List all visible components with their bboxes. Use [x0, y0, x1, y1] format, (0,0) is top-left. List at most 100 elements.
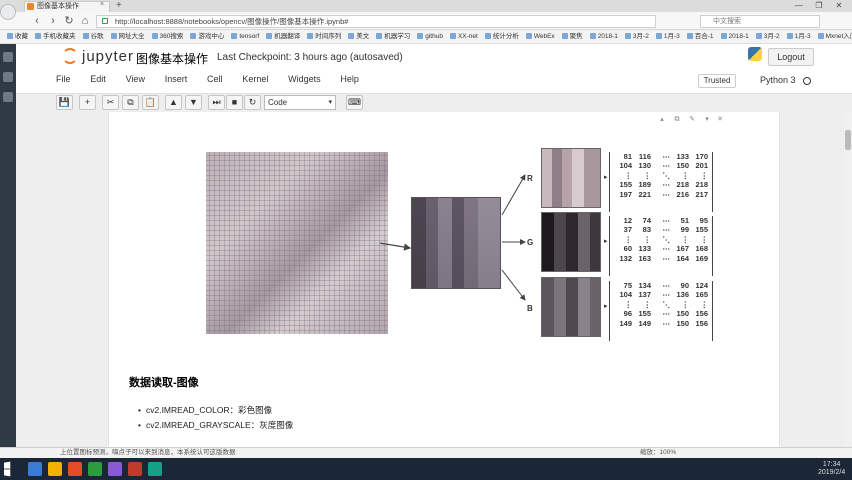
- back-icon[interactable]: ‹: [30, 14, 44, 28]
- bookmark-item[interactable]: 谷歌: [82, 30, 104, 43]
- logout-button[interactable]: Logout: [768, 48, 814, 66]
- home-icon[interactable]: ⌂: [78, 14, 92, 28]
- matrix-cell: 83: [642, 225, 651, 235]
- browser-logo-icon[interactable]: [0, 4, 16, 20]
- bookmark-item[interactable]: 美文: [348, 30, 369, 43]
- patch-arrow: [380, 242, 412, 251]
- sidebar-icon-3[interactable]: [3, 92, 13, 102]
- sidebar-icon-2[interactable]: [3, 72, 13, 82]
- browser-tab[interactable]: 图像基本操作: [24, 1, 110, 12]
- bookmark-item[interactable]: 网址大全: [110, 30, 145, 43]
- forward-icon[interactable]: ›: [46, 14, 60, 28]
- taskbar-app-icon[interactable]: [128, 462, 142, 476]
- clock-time: 17:34: [822, 461, 841, 468]
- matrix-cell: ⋮: [643, 234, 652, 244]
- insert-cell-icon[interactable]: +: [79, 95, 96, 110]
- bookmark-item[interactable]: 3月-2: [624, 30, 649, 43]
- bookmark-item[interactable]: 百合-1: [686, 30, 714, 43]
- bookmark-item[interactable]: 机器翻译: [266, 30, 300, 43]
- stop-icon[interactable]: ■: [226, 95, 243, 110]
- cell-type-select[interactable]: Code ▾: [264, 95, 336, 110]
- channel-label-b: B: [527, 304, 533, 313]
- bookmark-item[interactable]: XX-net: [449, 30, 478, 43]
- matrix-cell: 116: [638, 152, 651, 161]
- paste-icon[interactable]: 📋: [142, 95, 159, 110]
- close-window-icon[interactable]: ✕: [830, 0, 848, 12]
- save-icon[interactable]: 💾: [56, 95, 73, 110]
- bookmark-item[interactable]: 游戏中心: [190, 30, 224, 43]
- restart-icon[interactable]: ↻: [244, 95, 261, 110]
- matrix-cell: 74: [642, 216, 651, 225]
- matrix-arrow-icon: ▸: [604, 303, 608, 310]
- menu-insert[interactable]: Insert: [165, 74, 188, 84]
- move-down-icon[interactable]: ▼: [185, 95, 202, 110]
- bookmark-icon: [376, 33, 383, 40]
- url-input[interactable]: http://localhost:8888/notebooks/opencv/图…: [96, 15, 656, 28]
- jupyter-logo-text[interactable]: jupyter: [82, 48, 134, 65]
- bookmark-item[interactable]: 1月-3: [655, 30, 680, 43]
- bookmark-item[interactable]: 3月-2: [755, 30, 780, 43]
- bookmark-item[interactable]: github: [417, 30, 443, 43]
- bookmark-label: 3月-2: [632, 33, 649, 40]
- menu-widgets[interactable]: Widgets: [288, 74, 321, 84]
- markdown-list: cv2.IMREAD_COLOR：彩色图像 cv2.IMREAD_GRAYSCA…: [138, 404, 293, 434]
- cut-icon[interactable]: ✂: [102, 95, 119, 110]
- bookmark-item[interactable]: WebEx: [525, 30, 555, 43]
- taskbar-app-icon[interactable]: [68, 462, 82, 476]
- sidebar-icon-1[interactable]: [3, 52, 13, 62]
- cell-move-up-icon[interactable]: ▴: [658, 116, 666, 124]
- bookmark-item[interactable]: 1月-3: [786, 30, 811, 43]
- taskbar-app-icon[interactable]: [28, 462, 42, 476]
- bookmark-item[interactable]: 收藏: [7, 30, 28, 43]
- matrix-cell: ⋯: [662, 253, 671, 263]
- bookmark-icon: [266, 33, 273, 40]
- taskbar-app-icon[interactable]: [108, 462, 122, 476]
- maximize-icon[interactable]: ❐: [810, 0, 828, 12]
- new-tab-button[interactable]: +: [116, 0, 122, 11]
- run-icon[interactable]: ⏭: [208, 95, 225, 110]
- bookmark-item[interactable]: 360搜索: [151, 30, 183, 43]
- taskbar-app-icon[interactable]: [48, 462, 62, 476]
- matrix-row: 96 155 ⋯ 150 156: [614, 309, 708, 318]
- cell-delete-icon[interactable]: ✕: [716, 116, 724, 124]
- bookmark-item[interactable]: 2018-1: [589, 30, 618, 43]
- cell-copy-icon[interactable]: ⧉: [673, 116, 681, 124]
- bookmark-label: 聚焦: [569, 33, 583, 40]
- scrollbar[interactable]: [844, 112, 852, 458]
- trusted-badge[interactable]: Trusted: [698, 74, 736, 88]
- bookmark-item[interactable]: 统计分析: [484, 30, 519, 43]
- menu-edit[interactable]: Edit: [90, 74, 106, 84]
- bookmark-item[interactable]: 聚焦: [561, 30, 583, 43]
- menu-view[interactable]: View: [126, 74, 145, 84]
- bookmark-item[interactable]: 手机收藏夹: [35, 30, 76, 43]
- reload-icon[interactable]: ↻: [62, 14, 76, 28]
- bookmark-item[interactable]: 2018-1: [720, 30, 749, 43]
- taskbar-app-icon[interactable]: [148, 462, 162, 476]
- copy-icon[interactable]: ⧉: [122, 95, 139, 110]
- menu-cell[interactable]: Cell: [207, 74, 223, 84]
- bookmark-item[interactable]: 机器学习: [376, 30, 410, 43]
- menu-help[interactable]: Help: [340, 74, 359, 84]
- r-arrow: [501, 174, 526, 216]
- taskbar-app-icon[interactable]: [88, 462, 102, 476]
- move-up-icon[interactable]: ▲: [165, 95, 182, 110]
- menu-kernel[interactable]: Kernel: [242, 74, 268, 84]
- cell-edit-icon[interactable]: ✎: [688, 116, 696, 124]
- cell-move-down-icon[interactable]: ▾: [703, 116, 711, 124]
- taskbar-clock[interactable]: 17:34 2019/2/4: [818, 461, 845, 477]
- jupyter-logo-icon[interactable]: [62, 48, 78, 64]
- bookmark-item[interactable]: 时间序列: [307, 30, 341, 43]
- matrix-cell: 155: [638, 309, 651, 319]
- search-input[interactable]: 中文搜索: [700, 15, 820, 28]
- bookmark-item[interactable]: tensorf: [231, 30, 259, 43]
- command-palette-icon[interactable]: ⌨: [346, 95, 363, 110]
- minimize-icon[interactable]: —: [790, 0, 808, 12]
- zoom-level[interactable]: 缩放：100%: [640, 448, 676, 458]
- bookmark-item[interactable]: Mxnet入门: [817, 30, 852, 43]
- menu-file[interactable]: File: [56, 74, 71, 84]
- scrollbar-thumb[interactable]: [845, 130, 851, 150]
- cell-type-value: Code: [268, 98, 288, 107]
- matrix-cell: 136: [676, 290, 689, 300]
- tab-close-icon[interactable]: ×: [100, 1, 104, 8]
- notebook-title[interactable]: 图像基本操作: [136, 50, 208, 67]
